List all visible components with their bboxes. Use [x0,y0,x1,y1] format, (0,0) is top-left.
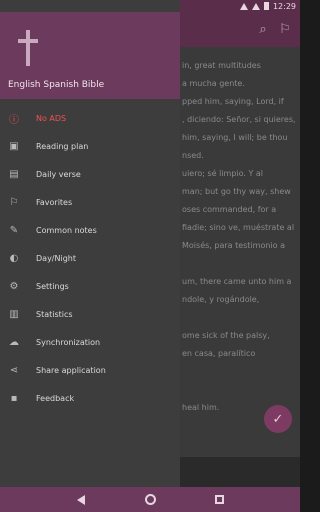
status-right-icons: 12:29 [239,1,296,11]
menu-item-label: Daily verse [36,169,81,179]
home-button[interactable] [143,493,157,507]
back-button[interactable] [74,493,88,507]
verse-line: en casa, paralítico [182,349,256,358]
verse-line: Moisés, para testimonio a [182,241,285,250]
verse-line: pped him, saying, Lord, if [182,97,284,106]
verse-line: a mucha gente. [182,79,245,88]
home-icon [144,494,156,505]
menu-item-settings[interactable]: ⚙ Settings [0,272,180,300]
verse-line: um, there came unto him a [182,277,292,286]
menu-item-feedback[interactable]: ▪ Feedback [0,384,180,412]
check-fab-button[interactable]: ✓ [264,405,292,433]
app-title: English Spanish Bible [8,80,105,90]
search-icon[interactable]: ⌕ [254,20,272,38]
status-time: 12:29 [272,1,296,11]
drawer-header: English Spanish Bible [0,12,180,99]
calendar-icon: ▣ [9,140,19,152]
menu-item-common-notes[interactable]: ✎ Common notes [0,216,180,244]
verse-line: , diciendo: Señor, si quieres, [182,115,296,124]
brightness-icon: ◐ [9,252,19,264]
battery-icon [263,2,269,10]
verse-line: uiero; sé limpio. Y al [182,169,264,178]
recents-button[interactable] [212,493,226,507]
drawer-menu: ⓘ No ADS ▣ Reading plan ▤ Daily verse ⚐ Favorit… [0,104,180,412]
verse-line [182,367,297,379]
menu-item-label: Settings [36,281,69,291]
menu-item-synchronization[interactable]: ☁ Synchronization [0,328,180,356]
verse-line [182,259,297,271]
verse-line [182,385,297,397]
menu-item-share-application[interactable]: ⋖ Share application [0,356,180,384]
system-nav-bar [0,487,300,512]
verse-line: in, great multitudes [182,61,261,70]
back-icon [77,494,85,505]
cross-logo-icon [18,30,38,66]
navigation-drawer: English Spanish Bible ⓘ No ADS ▣ Reading pl… [0,0,180,487]
verse-line: nsed. [182,151,204,160]
verse-line: fiadie; sino ve, muéstrate al [182,223,295,232]
menu-item-label: Common notes [36,225,97,235]
gear-icon: ⚙ [9,280,19,292]
verse-line: ome sick of the palsy, [182,331,270,340]
verse-line [182,313,297,325]
check-icon: ✓ [272,411,284,427]
menu-item-label: Favorites [36,197,73,207]
wifi-icon [239,2,248,10]
verse-line: ndole, y rogándole, [182,295,260,304]
menu-item-label: Synchronization [36,337,101,347]
bar-chart-icon: ▥ [9,308,19,320]
feedback-icon: ▪ [10,392,18,404]
signal-icon [251,2,260,10]
share-icon: ⋖ [9,364,19,376]
menu-item-statistics[interactable]: ▥ Statistics [0,300,180,328]
recents-icon [214,495,224,504]
menu-item-label: Statistics [36,309,73,319]
menu-item-label: Share application [36,365,106,375]
menu-item-label: Feedback [36,393,75,403]
bookmark-toolbar-icon[interactable]: ⚐ [276,20,294,38]
menu-item-label: Reading plan [36,141,89,151]
menu-item-no-ads[interactable]: ⓘ No ADS [0,104,180,132]
edit-note-icon: ✎ [9,224,19,236]
menu-item-label: No ADS [36,113,67,123]
menu-item-favorites[interactable]: ⚐ Favorites [0,188,180,216]
menu-item-daily-verse[interactable]: ▤ Daily verse [0,160,180,188]
cloud-sync-icon: ☁ [9,336,19,348]
verse-line: oses commanded, for a [182,205,277,214]
menu-item-reading-plan[interactable]: ▣ Reading plan [0,132,180,160]
menu-item-label: Day/Night [36,253,76,263]
newspaper-icon: ▤ [9,168,19,180]
info-icon: ⓘ [9,114,19,126]
verse-line: him, saying, I will; be thou [182,133,288,142]
menu-item-day-night[interactable]: ◐ Day/Night [0,244,180,272]
bookmark-icon: ⚐ [9,196,19,208]
verse-line: man; but go thy way, shew [182,187,291,196]
